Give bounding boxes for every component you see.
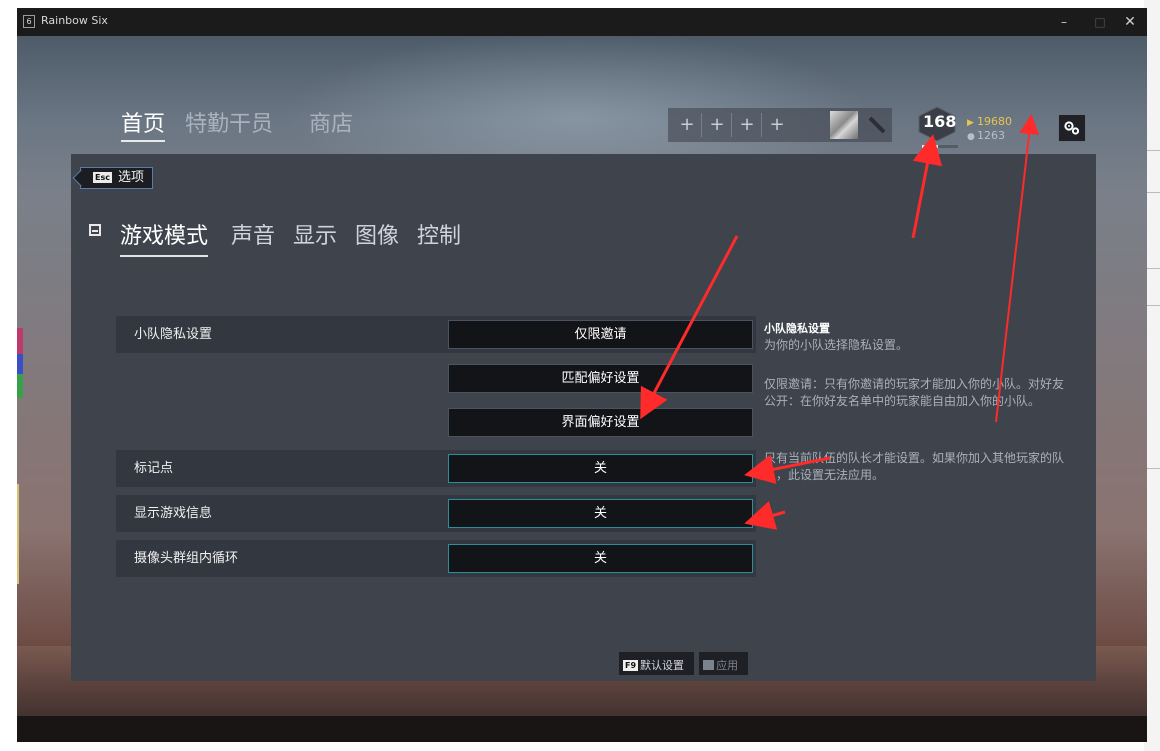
credits-amount: 1263 xyxy=(977,129,1005,142)
window-titlebar: 6 Rainbow Six – □ ✕ xyxy=(17,8,1147,36)
setting-label-camera-cycle: 摄像头群组内循环 xyxy=(116,540,428,577)
squad-slot-2[interactable]: + xyxy=(706,113,728,137)
squad-slot-4[interactable]: + xyxy=(766,113,788,137)
close-button[interactable]: ✕ xyxy=(1117,12,1143,32)
settings-button[interactable] xyxy=(1058,114,1086,142)
interface-preferences-button[interactable]: 界面偏好设置 xyxy=(448,408,753,437)
player-level-badge[interactable]: 168 xyxy=(915,106,963,142)
settings-gears-icon xyxy=(1064,121,1080,135)
tab-graphics[interactable]: 图像 xyxy=(355,218,399,250)
player-level: 168 xyxy=(923,112,957,131)
currency-display[interactable]: ▶ 19680 ● 1263 xyxy=(967,115,1012,143)
panel-footer: F9 默认设置 应用 xyxy=(619,652,749,675)
description-panel: 小队隐私设置 为你的小队选择隐私设置。 xyxy=(764,320,1069,354)
setting-value-ping[interactable]: 关 xyxy=(448,454,753,483)
description-paragraph-2: 只有当前队伍的队长才能设置。如果你加入其他玩家的队伍，此设置无法应用。 xyxy=(764,451,1065,482)
squad-slot-1[interactable]: + xyxy=(676,113,698,137)
minimize-button[interactable]: – xyxy=(1051,12,1077,32)
nav-tab-home[interactable]: 首页 xyxy=(121,106,166,142)
setting-label-ping: 标记点 xyxy=(116,450,428,487)
description-paragraph-1: 仅限邀请：只有你邀请的玩家才能加入你的小队。对好友公开：在你好友名单中的玩家能自… xyxy=(764,377,1065,408)
level-progress-fill xyxy=(922,145,939,148)
f9-key-icon: F9 xyxy=(623,660,639,671)
game-window: 6 Rainbow Six – □ ✕ 首页 特勤干员 商店 + + + + 1… xyxy=(17,8,1147,742)
app-icon: 6 xyxy=(23,15,35,28)
level-progress-bar xyxy=(922,145,958,148)
back-label: 选项 xyxy=(117,170,144,185)
esc-key-icon: Esc xyxy=(93,172,112,183)
nav-tab-shop[interactable]: 商店 xyxy=(309,106,353,138)
apply-button[interactable]: 应用 xyxy=(699,652,749,675)
nav-tab-operators[interactable]: 特勤干员 xyxy=(185,106,273,138)
apply-label: 应用 xyxy=(716,659,739,672)
maximize-button[interactable]: □ xyxy=(1087,12,1113,32)
apply-icon xyxy=(703,660,715,670)
options-panel: Esc 选项 游戏模式 声音 显示 图像 控制 小队隐私设置 仅限邀请 匹配偏好设… xyxy=(71,154,1096,681)
game-viewport: 首页 特勤干员 商店 + + + + 168 ▶ 19680 ● 1263 Es… xyxy=(17,36,1147,742)
default-settings-label: 默认设置 xyxy=(640,659,685,672)
slash-icon xyxy=(868,116,886,134)
tab-display[interactable]: 显示 xyxy=(293,218,337,250)
matchmaking-preferences-button[interactable]: 匹配偏好设置 xyxy=(448,364,753,393)
left-edge-marks xyxy=(17,36,25,742)
background-foreground xyxy=(17,716,1147,742)
setting-label-game-info: 显示游戏信息 xyxy=(116,495,428,532)
tab-controls[interactable]: 控制 xyxy=(417,218,461,250)
section-square-icon xyxy=(89,224,101,236)
default-settings-button[interactable]: F9 默认设置 xyxy=(619,652,695,675)
setting-value-game-info[interactable]: 关 xyxy=(448,499,753,528)
player-avatar[interactable] xyxy=(830,111,858,139)
credits-icon: ● xyxy=(967,132,975,142)
setting-label-squad-privacy: 小队隐私设置 xyxy=(116,316,428,353)
description-title: 小队隐私设置 xyxy=(764,322,830,335)
squad-slot-3[interactable]: + xyxy=(736,113,758,137)
tab-sound[interactable]: 声音 xyxy=(231,218,275,250)
description-subtitle: 为你的小队选择隐私设置。 xyxy=(764,338,909,352)
setting-value-camera-cycle[interactable]: 关 xyxy=(448,544,753,573)
back-button[interactable]: Esc 选项 xyxy=(80,167,153,189)
renown-icon: ▶ xyxy=(967,118,974,128)
tab-game-mode[interactable]: 游戏模式 xyxy=(120,218,209,257)
squad-slots: + + + + xyxy=(668,108,892,142)
window-title: Rainbow Six xyxy=(41,14,108,27)
setting-value-squad-privacy[interactable]: 仅限邀请 xyxy=(448,320,753,349)
renown-amount: 19680 xyxy=(977,115,1012,128)
